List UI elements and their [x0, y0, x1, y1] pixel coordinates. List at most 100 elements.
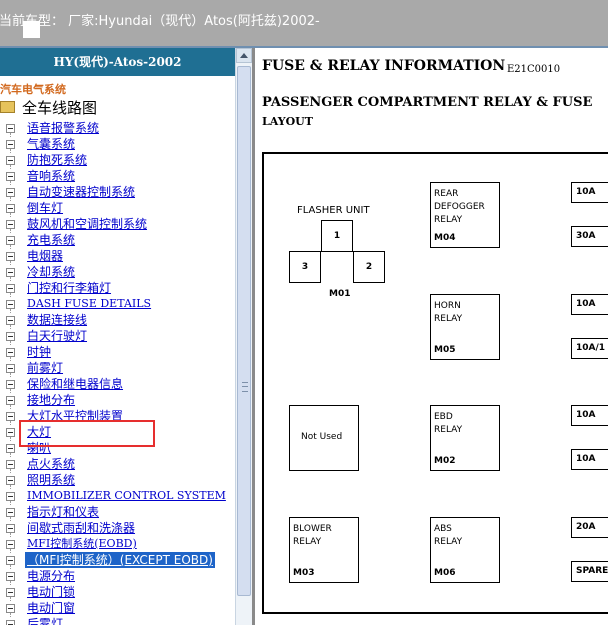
expander-icon[interactable] [6, 476, 15, 485]
tree-item-label: 保险和继电器信息 [27, 377, 124, 391]
relay-label: RELAY [434, 314, 463, 324]
relay-box-ebd: EBD RELAY M02 [430, 405, 500, 471]
tree-connector [10, 389, 11, 393]
expander-icon[interactable] [6, 348, 15, 357]
scroll-thumb[interactable] [237, 66, 251, 596]
tree-connector [10, 357, 11, 361]
expander-icon[interactable] [6, 556, 15, 565]
not-used-label: Not Used [301, 432, 343, 442]
expander-icon[interactable] [6, 380, 15, 389]
expander-icon[interactable] [6, 444, 15, 453]
fuse-slot: 10A [571, 182, 608, 203]
section-subtitle: LAYOUT [262, 115, 313, 128]
expander-icon[interactable] [6, 220, 15, 229]
tree-connector [10, 341, 11, 345]
tree-connector [10, 597, 11, 601]
tree-item-label: 后雾灯 [27, 617, 64, 625]
window-control-button[interactable] [23, 21, 40, 38]
tree-connector [10, 565, 11, 569]
section-title: PASSENGER COMPARTMENT RELAY & FUSE [262, 95, 593, 110]
expander-icon[interactable] [6, 412, 15, 421]
tree-item-label: 照明系统 [27, 473, 76, 487]
expander-icon[interactable] [6, 140, 15, 149]
relay-id: M02 [434, 456, 456, 466]
expander-icon[interactable] [6, 204, 15, 213]
tree-connector [10, 549, 11, 553]
expander-icon[interactable] [6, 428, 15, 437]
relay-id: M06 [434, 568, 456, 578]
relay-label: RELAY [293, 537, 322, 547]
expander-icon[interactable] [6, 332, 15, 341]
tree-item-label: 门控和行李箱灯 [27, 281, 112, 295]
tree-connector [10, 533, 11, 537]
tree-header: HY(现代)-Atos-2002 [0, 48, 235, 76]
tree-connector [10, 309, 11, 313]
expander-icon[interactable] [6, 524, 15, 533]
expander-icon[interactable] [6, 540, 15, 549]
tree-connector [10, 613, 11, 617]
tree-connector [10, 453, 11, 457]
relay-label: DEFOGGER [434, 202, 485, 212]
fuse-slot: 10A [571, 294, 608, 315]
expander-icon[interactable] [6, 172, 15, 181]
flasher-pin-3: 3 [289, 251, 321, 283]
tree-item-label: 音响系统 [27, 169, 76, 183]
relay-id: M03 [293, 568, 315, 578]
highlight-box [19, 420, 155, 447]
tree-connector [10, 229, 11, 233]
tree-item-label: 白天行驶灯 [27, 329, 88, 343]
scroll-up-arrow-icon[interactable] [236, 48, 252, 63]
tree-connector [10, 213, 11, 217]
expander-icon[interactable] [6, 572, 15, 581]
tree-connector [10, 405, 11, 409]
expander-icon[interactable] [6, 492, 15, 501]
expander-icon[interactable] [6, 300, 15, 309]
tree-connector [10, 149, 11, 153]
expander-icon[interactable] [6, 252, 15, 261]
expander-icon[interactable] [6, 508, 15, 517]
tree-root-label: 全车线路图 [22, 99, 98, 117]
tree-connector [10, 181, 11, 185]
fuse-slot: 10A/1 [571, 338, 608, 359]
tree-item-label: 鼓风机和空调控制系统 [27, 217, 148, 231]
tree-connector [10, 293, 11, 297]
window-title: 当前车型： 厂家:Hyundai（现代）Atos(阿托兹)2002- [0, 14, 320, 29]
relay-label: RELAY [434, 425, 463, 435]
expander-icon[interactable] [6, 284, 15, 293]
expander-icon[interactable] [6, 620, 15, 625]
expander-icon[interactable] [6, 156, 15, 165]
fuse-slot: 10A [571, 405, 608, 426]
expander-icon[interactable] [6, 588, 15, 597]
tree-scrollbar[interactable] [235, 48, 252, 625]
expander-icon[interactable] [6, 268, 15, 277]
expander-icon[interactable] [6, 460, 15, 469]
tree-connector [10, 325, 11, 329]
tree-item-label: 间歇式雨刮和洗涤器 [27, 521, 136, 535]
relay-id: M05 [434, 345, 456, 355]
expander-icon[interactable] [6, 188, 15, 197]
relay-label: ABS [434, 524, 452, 534]
content-pane: FUSE & RELAY INFORMATION E21C0010 PASSEN… [255, 48, 608, 625]
tree-item-label: MFI控制系统(EOBD) [27, 537, 137, 550]
tree-connector [10, 373, 11, 377]
expander-icon[interactable] [6, 604, 15, 613]
expander-icon[interactable] [6, 364, 15, 373]
tree-item-label: 电动门窗 [27, 601, 76, 615]
expander-icon[interactable] [6, 236, 15, 245]
tree-connector [10, 421, 11, 425]
expander-icon[interactable] [6, 124, 15, 133]
not-used-slot: Not Used [289, 405, 359, 471]
tree-connector [10, 261, 11, 265]
tree-connector [10, 581, 11, 585]
expander-icon[interactable] [6, 396, 15, 405]
tree-item-label: 接地分布 [27, 393, 76, 407]
tree-connector [10, 469, 11, 473]
tree-pane: HY(现代)-Atos-2002 汽车电气系统 全车线路图 语音报警系统 气囊系统… [0, 48, 235, 625]
tree-item-label: 防抱死系统 [27, 153, 88, 167]
expander-icon[interactable] [6, 316, 15, 325]
relay-box-horn: HORN RELAY M05 [430, 294, 500, 360]
relay-label: RELAY [434, 215, 463, 225]
document-code: E21C0010 [507, 64, 561, 75]
tree-category[interactable]: 汽车电气系统 [0, 81, 66, 97]
tree-item-label: 电烟器 [27, 249, 64, 263]
